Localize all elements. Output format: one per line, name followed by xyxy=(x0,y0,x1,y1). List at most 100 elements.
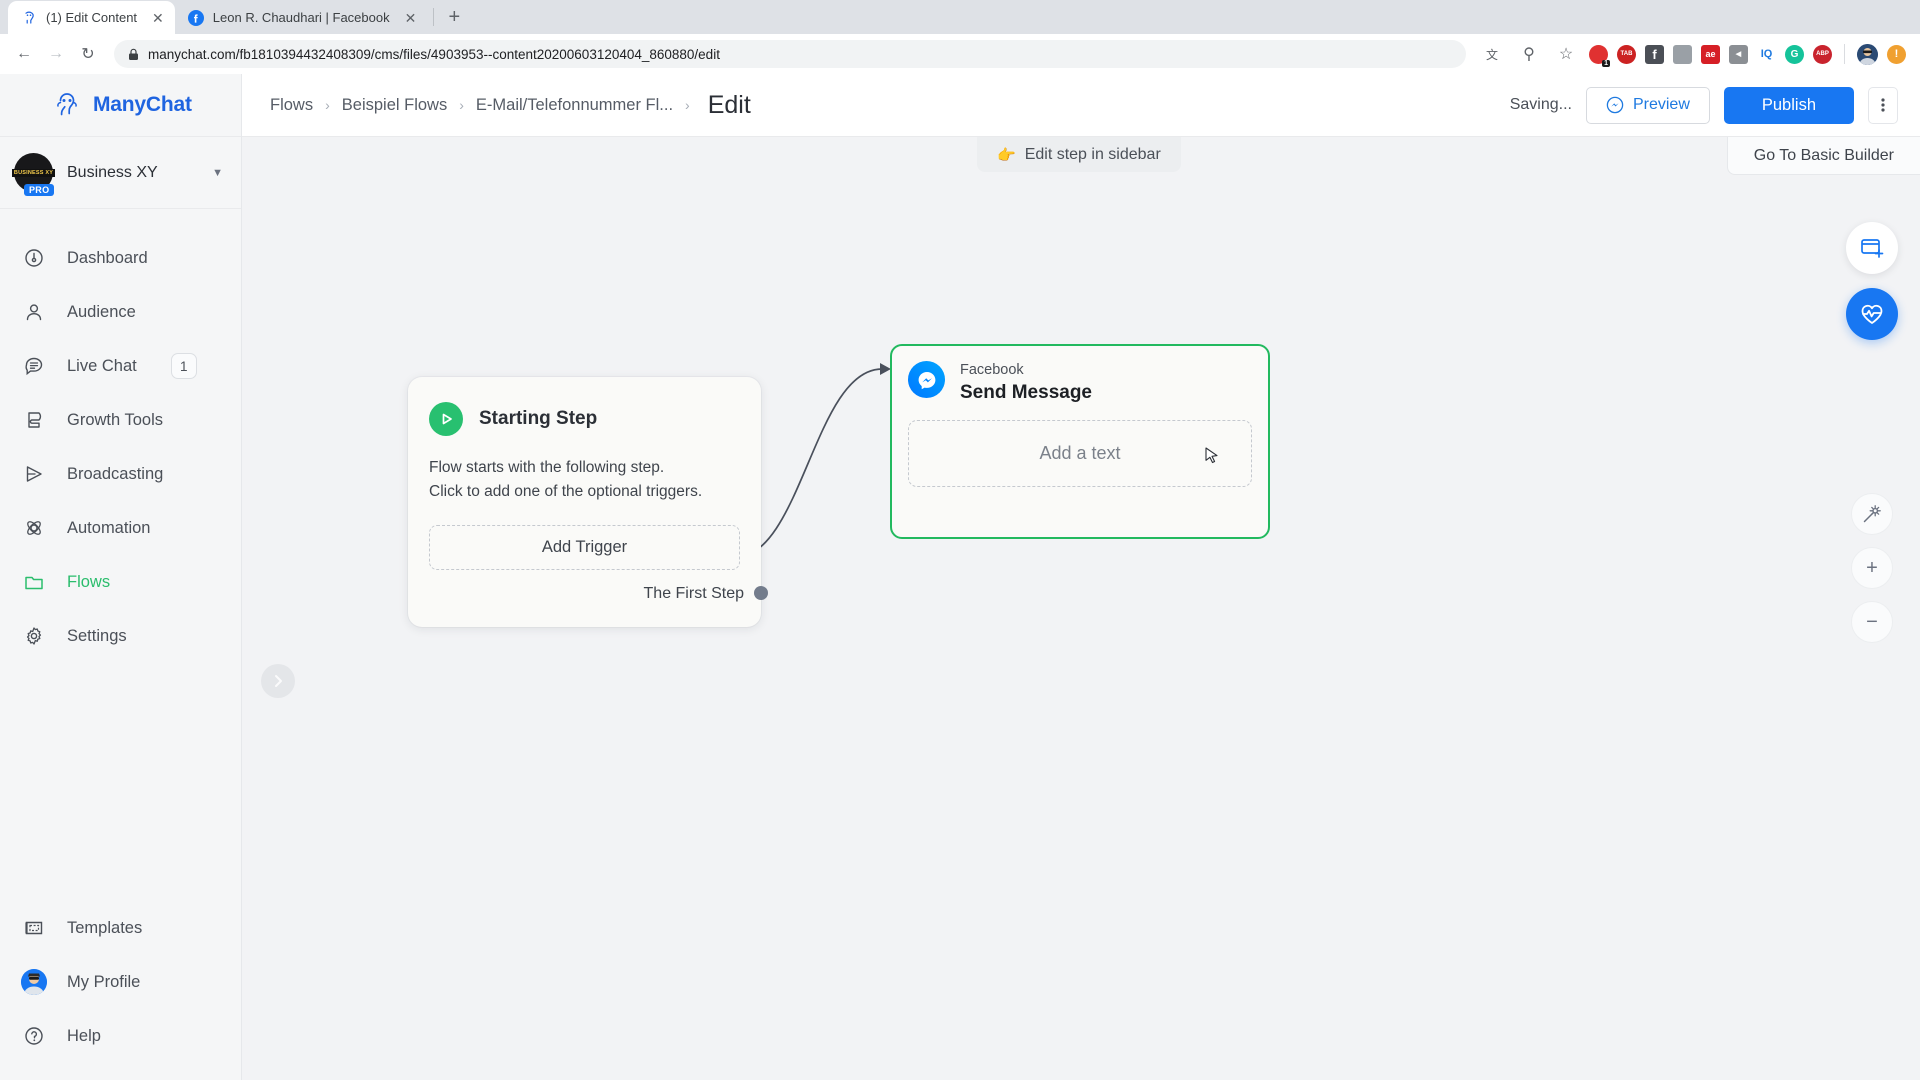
workspace-name: Business XY xyxy=(67,163,158,181)
pocket-extension-icon[interactable]: ◀ xyxy=(1729,44,1748,64)
manychat-app: ManyChat BUSINESS XY PRO Business XY ▼ D… xyxy=(0,74,1920,1080)
send-message-titles: Facebook Send Message xyxy=(960,361,1092,404)
breadcrumb-item-beispiel-flows[interactable]: Beispiel Flows xyxy=(342,96,447,115)
sidebar-item-label: Growth Tools xyxy=(67,410,163,429)
url-text: manychat.com/fb1810394432408309/cms/file… xyxy=(148,46,720,62)
breadcrumb-item-flow-name[interactable]: E-Mail/Telefonnummer Fl... xyxy=(476,96,673,115)
chevron-down-icon[interactable]: ▼ xyxy=(212,167,223,179)
tab-close-button[interactable]: ✕ xyxy=(152,11,164,25)
padlock-icon xyxy=(129,48,138,60)
saving-status: Saving... xyxy=(1509,96,1572,113)
atom-icon xyxy=(22,516,46,540)
flow-health-button[interactable] xyxy=(1846,288,1898,340)
forward-button[interactable]: → xyxy=(42,40,70,68)
add-card-button[interactable] xyxy=(1846,222,1898,274)
browser-tab-edit-content[interactable]: (1) Edit Content ✕ xyxy=(8,1,175,34)
bookmark-star-icon[interactable]: ☆ xyxy=(1552,40,1580,68)
flow-canvas-area[interactable]: Starting Step Flow starts with the follo… xyxy=(242,137,1920,1080)
new-tab-button[interactable]: + xyxy=(440,3,468,31)
add-text-placeholder[interactable]: Add a text xyxy=(908,419,1252,487)
workspace-switcher[interactable]: BUSINESS XY PRO Business XY ▼ xyxy=(0,137,241,209)
add-trigger-button[interactable]: Add Trigger xyxy=(429,525,740,571)
card-plus-icon xyxy=(1861,239,1884,258)
zoom-search-icon[interactable]: ⚲ xyxy=(1515,40,1543,68)
first-step-output-connector[interactable] xyxy=(754,586,768,600)
publish-button[interactable]: Publish xyxy=(1723,86,1854,124)
sidebar-bottom-nav: Templates My Profile Help xyxy=(0,901,241,1080)
more-vertical-icon[interactable] xyxy=(1868,86,1898,124)
magnet-icon xyxy=(22,408,46,432)
breadcrumb-separator: › xyxy=(459,97,464,113)
address-bar[interactable]: manychat.com/fb1810394432408309/cms/file… xyxy=(114,40,1466,68)
breadcrumb-item-flows[interactable]: Flows xyxy=(270,96,313,115)
sidebar-item-settings[interactable]: Settings xyxy=(0,609,241,663)
sidebar-item-live-chat[interactable]: Live Chat 1 xyxy=(0,339,241,393)
sidebar-item-templates[interactable]: Templates xyxy=(0,901,241,955)
sidebar-item-automation[interactable]: Automation xyxy=(0,501,241,555)
workspace-avatar-text: BUSINESS XY xyxy=(11,168,56,177)
page-title: Edit xyxy=(707,90,751,119)
heart-pulse-icon xyxy=(1861,304,1883,324)
starting-step-title: Starting Step xyxy=(479,408,598,429)
starting-step-node[interactable]: Starting Step Flow starts with the follo… xyxy=(408,377,768,627)
tab-close-button[interactable]: ✕ xyxy=(405,11,417,25)
paper-plane-icon xyxy=(22,462,46,486)
browser-tab-facebook[interactable]: Leon R. Chaudhari | Facebook ✕ xyxy=(175,1,428,34)
sidebar-collapse-button[interactable] xyxy=(261,664,295,698)
sidebar-item-growth-tools[interactable]: Growth Tools xyxy=(0,393,241,447)
back-button[interactable]: ← xyxy=(10,40,38,68)
sidebar-item-label: Live Chat xyxy=(67,356,137,375)
sidebar-item-dashboard[interactable]: Dashboard xyxy=(0,231,241,285)
node-title: Send Message xyxy=(960,381,1092,403)
blueprint-icon xyxy=(22,916,46,940)
facebook-pixel-extension-icon[interactable]: f xyxy=(1645,44,1664,64)
extension-tray: 文 ⚲ ☆ 1 TAB f ae ◀ IQ G ABP ! xyxy=(1478,40,1910,68)
auto-arrange-button[interactable] xyxy=(1851,493,1893,535)
sidebar-item-label: Templates xyxy=(67,918,143,937)
preview-button[interactable]: Preview xyxy=(1585,86,1710,124)
sidebar-item-label: My Profile xyxy=(67,972,141,991)
user-avatar-icon[interactable] xyxy=(1857,43,1878,65)
ghostery-extension-icon[interactable] xyxy=(1673,44,1692,64)
brand-logo[interactable]: ManyChat xyxy=(0,74,241,137)
sidebar-item-my-profile[interactable]: My Profile xyxy=(0,955,241,1009)
go-to-basic-builder-button[interactable]: Go To Basic Builder xyxy=(1726,137,1920,175)
send-message-node[interactable]: Facebook Send Message Add a text xyxy=(890,344,1270,539)
zoom-in-button[interactable]: + xyxy=(1851,547,1893,589)
edit-step-in-sidebar-tooltip[interactable]: 👉 Edit step in sidebar xyxy=(977,137,1181,172)
translate-icon[interactable]: 文 xyxy=(1478,40,1506,68)
sidebar-item-broadcasting[interactable]: Broadcasting xyxy=(0,447,241,501)
first-step-output-label: The First Step xyxy=(643,585,744,602)
toolbar-divider xyxy=(1844,44,1845,64)
zoom-out-button[interactable]: − xyxy=(1851,601,1893,643)
breadcrumb-separator: › xyxy=(685,97,690,113)
tab-title: (1) Edit Content xyxy=(46,10,138,25)
abp-extension-icon[interactable]: ABP xyxy=(1813,44,1832,64)
pointing-hand-icon: 👉 xyxy=(997,146,1016,164)
node-platform-label: Facebook xyxy=(960,362,1024,378)
sidebar-item-help[interactable]: Help xyxy=(0,1009,241,1063)
browser-toolbar: ← → ↻ manychat.com/fb1810394432408309/cm… xyxy=(0,34,1920,74)
brand-name: ManyChat xyxy=(93,93,192,116)
sidebar-item-label: Audience xyxy=(67,302,136,321)
sidebar-item-flows[interactable]: Flows xyxy=(0,555,241,609)
sidebar-item-audience[interactable]: Audience xyxy=(0,285,241,339)
tab-manager-extension-icon[interactable]: TAB xyxy=(1617,44,1636,64)
messenger-preview-icon xyxy=(1606,96,1624,114)
profile-avatar-icon xyxy=(21,969,47,995)
reload-button[interactable]: ↻ xyxy=(74,40,102,68)
tab-divider xyxy=(433,8,435,26)
adobe-extension-icon[interactable]: ae xyxy=(1701,44,1720,64)
folder-icon xyxy=(22,570,46,594)
breadcrumb-separator: › xyxy=(325,97,330,113)
adblock-extension-icon[interactable]: 1 xyxy=(1589,44,1610,67)
grammarly-extension-icon[interactable]: G xyxy=(1785,44,1804,64)
manychat-octopus-logo xyxy=(57,93,77,116)
update-alert-icon[interactable]: ! xyxy=(1887,44,1906,64)
iq-extension-icon[interactable]: IQ xyxy=(1757,45,1776,64)
gear-icon xyxy=(22,624,46,648)
flow-builder-canvas: Flows › Beispiel Flows › E-Mail/Telefonn… xyxy=(242,74,1920,1080)
tab-title: Leon R. Chaudhari | Facebook xyxy=(212,10,390,25)
workspace-avatar: BUSINESS XY PRO xyxy=(11,153,56,196)
breadcrumb: Flows › Beispiel Flows › E-Mail/Telefonn… xyxy=(270,91,1510,120)
